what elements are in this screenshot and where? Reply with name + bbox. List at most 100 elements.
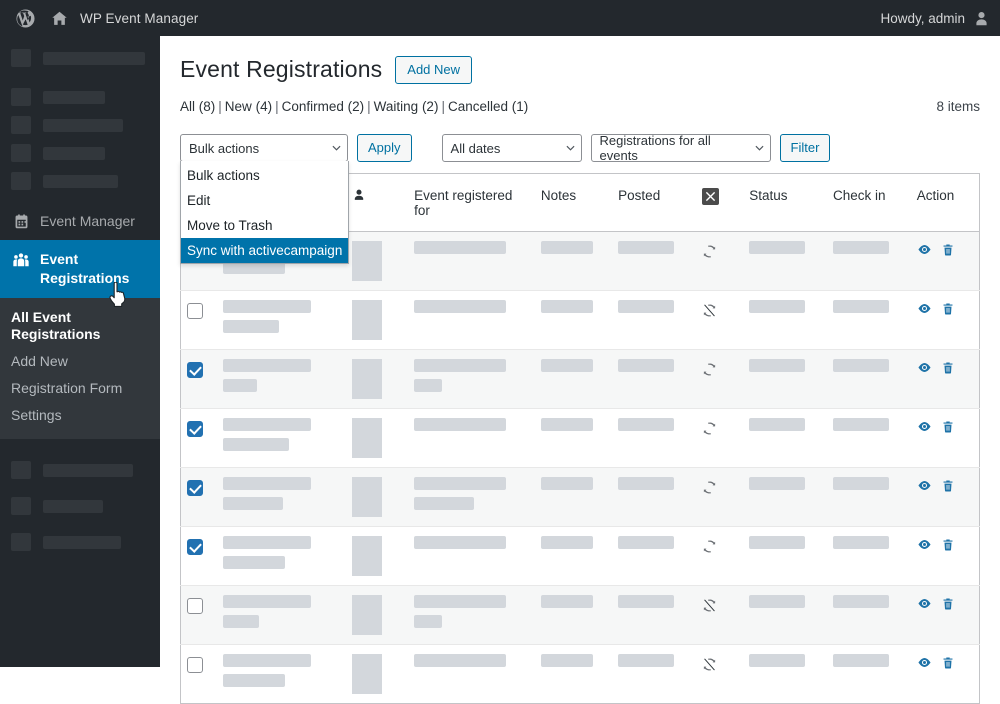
column-header-checkin[interactable]: Check in: [827, 174, 911, 232]
bulk-option-sync-with-activecampaign[interactable]: Sync with activecampaign: [181, 238, 348, 263]
row-checkbox[interactable]: [187, 421, 203, 437]
view-icon[interactable]: [917, 655, 932, 675]
view-link-cancelled[interactable]: Cancelled (1): [448, 99, 528, 114]
trash-icon[interactable]: [941, 361, 955, 380]
column-header-status[interactable]: Status: [743, 174, 827, 232]
row-sync-cell[interactable]: [696, 232, 743, 291]
row-checkbox-cell[interactable]: [181, 291, 218, 350]
column-header-notes[interactable]: Notes: [535, 174, 612, 232]
site-name[interactable]: WP Event Manager: [76, 11, 208, 26]
row-checkbox[interactable]: [187, 657, 203, 673]
redacted-checkin: [833, 418, 889, 431]
user-avatar-icon[interactable]: [973, 10, 990, 27]
sync-icon[interactable]: [702, 480, 717, 495]
trash-icon[interactable]: [941, 302, 955, 321]
view-icon[interactable]: [917, 301, 932, 321]
sync-icon[interactable]: [702, 244, 717, 259]
column-header-posted[interactable]: Posted: [612, 174, 696, 232]
sidebar-item-add-new[interactable]: Add New: [0, 348, 160, 375]
view-link-waiting[interactable]: Waiting (2): [374, 99, 439, 114]
row-checkbox-cell[interactable]: [181, 350, 218, 409]
column-header-event[interactable]: Event registered for: [408, 174, 535, 232]
trash-icon[interactable]: [941, 538, 955, 557]
row-sync-cell[interactable]: [696, 527, 743, 586]
sync-icon[interactable]: [702, 421, 717, 436]
sidebar-item-event-registrations[interactable]: Event Registrations: [0, 240, 160, 298]
placeholder-icon: [11, 144, 31, 162]
row-sync-cell[interactable]: [696, 586, 743, 645]
bulk-actions-select[interactable]: Bulk actions: [180, 134, 348, 162]
table-row[interactable]: [181, 291, 980, 350]
row-posted-cell: [612, 409, 696, 468]
bulk-option-bulk-actions[interactable]: Bulk actions: [181, 163, 348, 188]
table-row[interactable]: [181, 350, 980, 409]
trash-icon[interactable]: [941, 656, 955, 675]
row-checkbox[interactable]: [187, 598, 203, 614]
howdy-label[interactable]: Howdy, admin: [880, 11, 965, 26]
bulk-actions-dropdown-list[interactable]: Bulk actions Edit Move to Trash Sync wit…: [180, 161, 349, 264]
row-sync-cell[interactable]: [696, 645, 743, 704]
date-filter-select[interactable]: All dates: [442, 134, 582, 162]
sync-disabled-icon[interactable]: [702, 598, 717, 613]
sidebar-subitem-label: Add New: [11, 353, 68, 369]
trash-icon[interactable]: [941, 243, 955, 262]
row-checkbox-cell[interactable]: [181, 468, 218, 527]
row-checkbox[interactable]: [187, 303, 203, 319]
trash-icon[interactable]: [941, 479, 955, 498]
row-sync-cell[interactable]: [696, 291, 743, 350]
bulk-option-edit[interactable]: Edit: [181, 188, 348, 213]
home-icon[interactable]: [43, 0, 76, 36]
view-icon[interactable]: [917, 537, 932, 557]
row-checkbox[interactable]: [187, 539, 203, 555]
table-row[interactable]: [181, 468, 980, 527]
view-link-confirmed[interactable]: Confirmed (2): [282, 99, 365, 114]
table-row[interactable]: [181, 409, 980, 468]
view-icon[interactable]: [917, 419, 932, 439]
page-header: Event Registrations Add New: [180, 55, 980, 84]
wordpress-logo-icon[interactable]: [8, 0, 43, 36]
sync-disabled-icon[interactable]: [702, 303, 717, 318]
row-posted-cell: [612, 232, 696, 291]
trash-icon[interactable]: [941, 597, 955, 616]
row-checkbox-cell[interactable]: [181, 527, 218, 586]
row-checkbox-cell[interactable]: [181, 586, 218, 645]
view-link-new[interactable]: New (4): [225, 99, 272, 114]
view-icon[interactable]: [917, 242, 932, 262]
view-icon[interactable]: [917, 478, 932, 498]
row-checkbox[interactable]: [187, 480, 203, 496]
table-row[interactable]: [181, 586, 980, 645]
view-icon[interactable]: [917, 596, 932, 616]
add-new-button[interactable]: Add New: [395, 56, 472, 84]
trash-icon[interactable]: [941, 420, 955, 439]
filter-button[interactable]: Filter: [780, 134, 831, 162]
row-status-cell: [743, 645, 827, 704]
row-checkbox-cell[interactable]: [181, 645, 218, 704]
row-sync-cell[interactable]: [696, 350, 743, 409]
sidebar-item-registration-form[interactable]: Registration Form: [0, 375, 160, 402]
redacted-event: [414, 595, 506, 608]
row-event-cell: [408, 586, 535, 645]
table-row[interactable]: [181, 645, 980, 704]
bulk-option-move-to-trash[interactable]: Move to Trash: [181, 213, 348, 238]
sync-icon[interactable]: [702, 362, 717, 377]
row-checkbox-cell[interactable]: [181, 409, 218, 468]
sync-disabled-icon[interactable]: [702, 657, 717, 672]
sidebar-item-event-manager[interactable]: Event Manager: [0, 203, 160, 240]
sync-icon[interactable]: [702, 539, 717, 554]
redacted-posted: [618, 477, 674, 490]
row-checkin-cell: [827, 350, 911, 409]
row-checkbox[interactable]: [187, 362, 203, 378]
sidebar-item-settings[interactable]: Settings: [0, 402, 160, 429]
row-avatar-cell: [346, 232, 408, 291]
sidebar-item-all-event-registrations[interactable]: All Event Registrations: [0, 304, 160, 348]
event-filter-select[interactable]: Registrations for all events: [591, 134, 771, 162]
placeholder-bar: [43, 119, 123, 132]
view-icon[interactable]: [917, 360, 932, 380]
row-sync-cell[interactable]: [696, 468, 743, 527]
view-link-all[interactable]: All (8): [180, 99, 215, 114]
avatar: [352, 477, 382, 517]
row-sync-cell[interactable]: [696, 409, 743, 468]
row-event-cell: [408, 291, 535, 350]
apply-button[interactable]: Apply: [357, 134, 412, 162]
table-row[interactable]: [181, 527, 980, 586]
